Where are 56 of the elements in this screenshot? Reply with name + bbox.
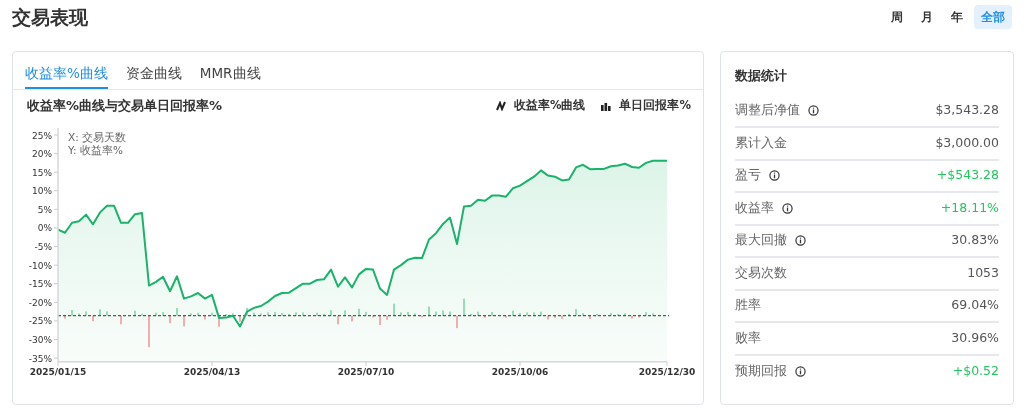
axis-label: 2025/12/30 <box>638 366 696 377</box>
stat-value: +$0.52 <box>952 362 999 381</box>
stat-value: 30.83% <box>951 231 999 250</box>
axis-note: Y: 收益率% <box>68 143 123 156</box>
chart-tab[interactable]: MMR曲线 <box>199 60 261 89</box>
stat-label: 预期回报 <box>735 362 787 381</box>
info-icon[interactable] <box>795 366 806 378</box>
axis-label: -35% <box>28 353 52 364</box>
axis-label: 10% <box>32 185 52 196</box>
stat-value: 69.04% <box>951 296 999 315</box>
chart-tab[interactable]: 资金曲线 <box>125 60 182 89</box>
legend-label: 单日回报率% <box>619 97 691 115</box>
info-icon[interactable] <box>795 235 806 247</box>
stat-value: $3,000.00 <box>935 133 999 152</box>
info-icon[interactable] <box>769 170 780 182</box>
axis-label: -5% <box>34 241 52 252</box>
axis-label: 0% <box>37 222 52 233</box>
info-icon[interactable] <box>808 105 819 117</box>
stat-label: 交易次数 <box>735 263 787 282</box>
bar-chart-icon <box>601 100 612 111</box>
page-title: 交易表现 <box>12 5 88 29</box>
axis-label: 2025/07/10 <box>337 366 395 377</box>
axis-label: 2025/04/13 <box>183 366 241 377</box>
axis-label: 2025/01/15 <box>29 366 87 377</box>
axis-label: -15% <box>28 278 52 289</box>
line-chart-icon <box>495 100 506 111</box>
stats-title: 数据统计 <box>735 67 788 85</box>
stat-label: 胜率 <box>735 296 761 315</box>
chart-title: 收益率%曲线与交易单日回报率% <box>27 97 223 115</box>
stat-label: 累计入金 <box>735 133 787 152</box>
stat-label: 败率 <box>735 328 761 347</box>
axis-label: 5% <box>37 204 52 215</box>
stat-value: $3,543.28 <box>935 101 999 120</box>
axis-label: -25% <box>28 315 52 326</box>
legend-label: 收益率%曲线 <box>513 97 586 115</box>
axis-note: X: 交易天数 <box>68 130 127 143</box>
axis-label: -20% <box>28 297 52 308</box>
stat-label: 调整后净值 <box>735 101 800 120</box>
axis-label: 2025/10/06 <box>491 366 549 377</box>
axis-label: 25% <box>32 130 52 141</box>
period-button[interactable]: 月 <box>914 5 940 29</box>
axis-label: 15% <box>32 167 52 178</box>
info-icon[interactable] <box>782 202 793 214</box>
stat-value: 1053 <box>967 263 999 282</box>
axis-label: 20% <box>32 148 52 159</box>
chart-tab[interactable]: 收益率%曲线 <box>25 60 108 89</box>
axis-label: -10% <box>28 260 52 271</box>
period-button[interactable]: 年 <box>944 5 970 29</box>
stat-value: +18.11% <box>940 198 999 217</box>
axis-label: -30% <box>28 334 52 345</box>
stat-label: 盈亏 <box>735 166 761 185</box>
stat-value: 30.96% <box>951 328 999 347</box>
period-button[interactable]: 周 <box>884 5 910 29</box>
stat-label: 最大回撤 <box>735 231 787 250</box>
stat-label: 收益率 <box>735 198 774 217</box>
stat-value: +$543.28 <box>936 166 999 185</box>
